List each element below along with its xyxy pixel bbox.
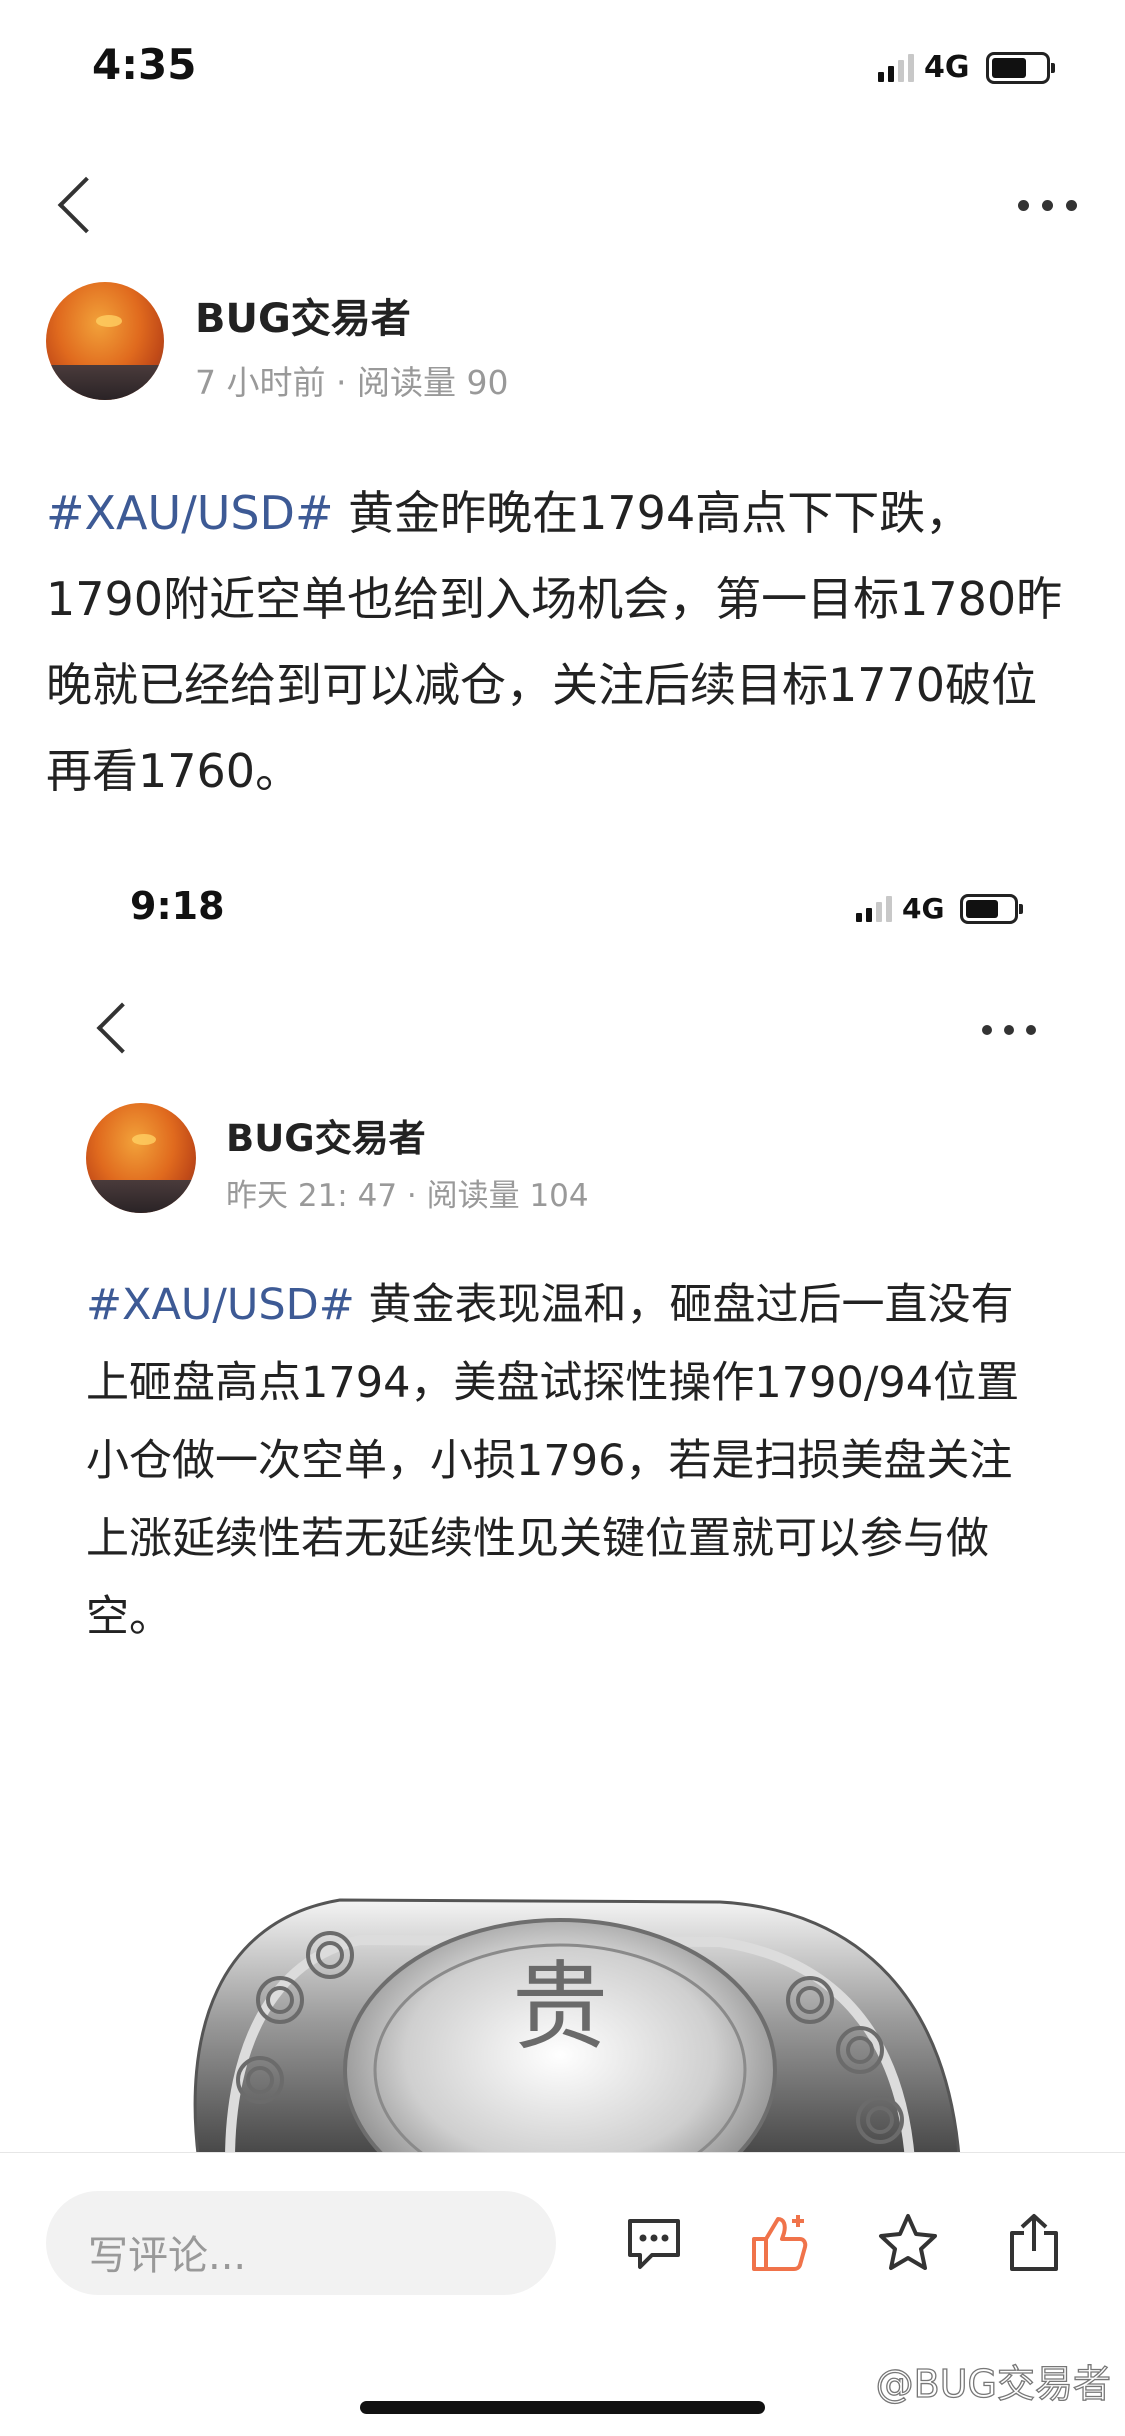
status-time-1: 4:35 <box>92 40 197 89</box>
hashtag-link[interactable]: #XAU/USD# <box>46 486 334 540</box>
ingot-character: 贵 <box>512 1951 608 2063</box>
status-indicators-2: 4G <box>856 892 1024 925</box>
back-icon[interactable] <box>96 1002 148 1054</box>
avatar[interactable] <box>86 1103 196 1213</box>
nav-bar-2 <box>0 990 1125 1070</box>
network-label-1: 4G <box>924 50 970 85</box>
bottom-action-bar: 写评论... @BUG交易者 <box>0 2152 1125 2436</box>
post-meta: 昨天 21: 47 · 阅读量 104 <box>226 1178 589 1214</box>
status-bar-2: 9:18 4G <box>0 882 1125 942</box>
comment-input[interactable]: 写评论... <box>46 2191 556 2295</box>
post-text: 黄金表现温和，砸盘过后一直没有上砸盘高点1794，美盘试探性操作1790/94位… <box>86 1280 1020 1642</box>
watermark: @BUG交易者 <box>875 2361 1112 2406</box>
more-icon[interactable] <box>1018 200 1077 211</box>
comment-placeholder: 写评论... <box>88 2233 247 2279</box>
hashtag-link[interactable]: #XAU/USD# <box>86 1280 355 1330</box>
silver-ingot-image[interactable]: 贵 <box>160 1880 980 2170</box>
status-bar-1: 4:35 4G <box>0 38 1125 98</box>
post-body-1: #XAU/USD# 黄金昨晚在1794高点下下跌，1790附近空单也给到入场机会… <box>46 470 1076 814</box>
post-body-2: #XAU/USD# 黄金表现温和，砸盘过后一直没有上砸盘高点1794，美盘试探性… <box>86 1266 1046 1656</box>
comment-icon[interactable] <box>622 2211 686 2275</box>
status-indicators-1: 4G <box>878 50 1055 85</box>
more-icon[interactable] <box>982 1025 1036 1035</box>
status-time-2: 9:18 <box>130 884 225 928</box>
signal-icon <box>878 53 914 82</box>
nav-bar-1 <box>0 165 1125 245</box>
home-indicator[interactable] <box>360 2401 765 2414</box>
author-name[interactable]: BUG交易者 <box>195 286 411 344</box>
star-icon[interactable] <box>876 2211 940 2275</box>
signal-icon <box>856 895 892 922</box>
share-icon[interactable] <box>1002 2211 1066 2275</box>
battery-icon <box>960 893 1024 924</box>
avatar[interactable] <box>46 282 164 400</box>
back-icon[interactable] <box>57 176 115 234</box>
post-meta: 7 小时前 · 阅读量 90 <box>195 363 509 402</box>
like-icon[interactable] <box>748 2211 812 2275</box>
network-label-2: 4G <box>902 892 945 925</box>
author-name[interactable]: BUG交易者 <box>226 1108 426 1162</box>
battery-icon <box>985 51 1055 84</box>
